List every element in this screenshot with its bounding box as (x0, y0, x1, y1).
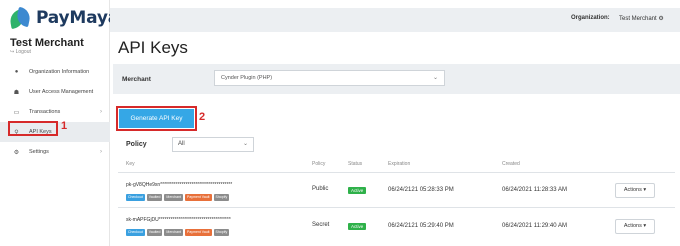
chevron-down-icon: ⌄ (432, 75, 438, 81)
organization-label: Organization: (571, 15, 610, 21)
table-header-created: Created (502, 161, 520, 167)
table-header-status: Status (348, 161, 363, 167)
tag-payment-vault: Payment Vault (185, 229, 212, 236)
chevron-right-icon: › (100, 149, 102, 155)
created-cell: 06/24/2021 11:28:33 AM (502, 187, 567, 193)
policy-cell: Secret (312, 222, 330, 228)
sidebar-nav: ● Organization Information ☗ User Access… (0, 62, 110, 162)
sidebar-item-label: Transactions (29, 109, 61, 115)
sidebar-item-organization-information[interactable]: ● Organization Information (0, 62, 110, 82)
table-row-divider (118, 207, 675, 208)
chevron-down-icon: ⌄ (242, 141, 248, 147)
tag-checkout: Checkout (126, 194, 145, 201)
actions-dropdown-button[interactable]: Actions ▾ (615, 183, 655, 198)
tag-merchant: Merchant (164, 194, 184, 201)
info-icon: ● (14, 69, 19, 75)
organization-selector[interactable]: Test Merchant ⚙ (619, 15, 664, 22)
merchant-label: Merchant (122, 76, 151, 83)
tag-checkout: Checkout (126, 229, 145, 236)
api-key-value: pk-gV8QHe9xn****************************… (126, 182, 233, 188)
tag-vaulted: Vaulted (146, 194, 163, 201)
sidebar-item-transactions[interactable]: ▭ Transactions › (0, 102, 110, 122)
annotation-highlight-api-keys (8, 121, 58, 136)
api-key-tags: Checkout Vaulted Merchant Payment Vault … (126, 194, 230, 201)
policy-select[interactable]: All ⌄ (172, 137, 254, 152)
tag-payment-vault: Payment Vault (185, 194, 212, 201)
actions-dropdown-button[interactable]: Actions ▾ (615, 219, 655, 234)
generate-api-key-button[interactable]: Generate API Key (119, 109, 194, 128)
annotation-number-2: 2 (199, 111, 206, 123)
expiration-cell: 06/24/2121 05:29:40 PM (388, 223, 454, 229)
chevron-right-icon: › (100, 109, 102, 115)
sidebar-item-label: User Access Management (29, 89, 94, 95)
table-header-key: Key (126, 161, 135, 167)
status-badge: Active (348, 187, 367, 194)
api-key-tags: Checkout Vaulted Merchant Payment Vault … (126, 229, 230, 236)
table-header-expiration: Expiration (388, 161, 411, 167)
top-bar: Organization: Test Merchant ⚙ (110, 8, 680, 32)
merchant-filter-bar: Merchant Cynder Plugin (PHP) ⌄ (113, 64, 680, 94)
logout-link[interactable]: ↪ Logout (10, 49, 31, 55)
tag-vaulted: Vaulted (146, 229, 163, 236)
created-cell: 06/24/2021 11:29:40 AM (502, 223, 567, 229)
sidebar-item-label: Settings (29, 149, 49, 155)
tag-shopify: Shopify (213, 229, 230, 236)
table-header-policy: Policy (312, 161, 326, 167)
settings-icon: ⚙ (658, 16, 664, 22)
sidebar-item-label: Organization Information (29, 69, 90, 75)
policy-cell: Public (312, 186, 329, 192)
annotation-number-1: 1 (61, 120, 68, 132)
sidebar-item-user-access-management[interactable]: ☗ User Access Management (0, 82, 110, 102)
page-title: API Keys (118, 38, 188, 57)
merchant-select[interactable]: Cynder Plugin (PHP) ⌄ (214, 70, 445, 86)
policy-label: Policy (126, 141, 147, 148)
status-badge: Active (348, 223, 367, 230)
tag-shopify: Shopify (213, 194, 230, 201)
paymaya-logo-icon (8, 6, 32, 30)
table-header-divider (118, 172, 675, 173)
expiration-cell: 06/24/2121 05:28:33 PM (388, 187, 454, 193)
brand-name: PayMaya (36, 8, 120, 28)
transactions-icon: ▭ (13, 109, 20, 116)
paymaya-logo[interactable]: PayMaya (8, 6, 120, 30)
merchant-name: Test Merchant (10, 37, 84, 49)
api-key-value: sk-mAPFGjDU*****************************… (126, 217, 231, 223)
gear-icon: ⚙ (13, 149, 20, 156)
sidebar-item-settings[interactable]: ⚙ Settings › (0, 142, 110, 162)
tag-merchant: Merchant (164, 229, 184, 236)
users-icon: ☗ (13, 89, 20, 96)
